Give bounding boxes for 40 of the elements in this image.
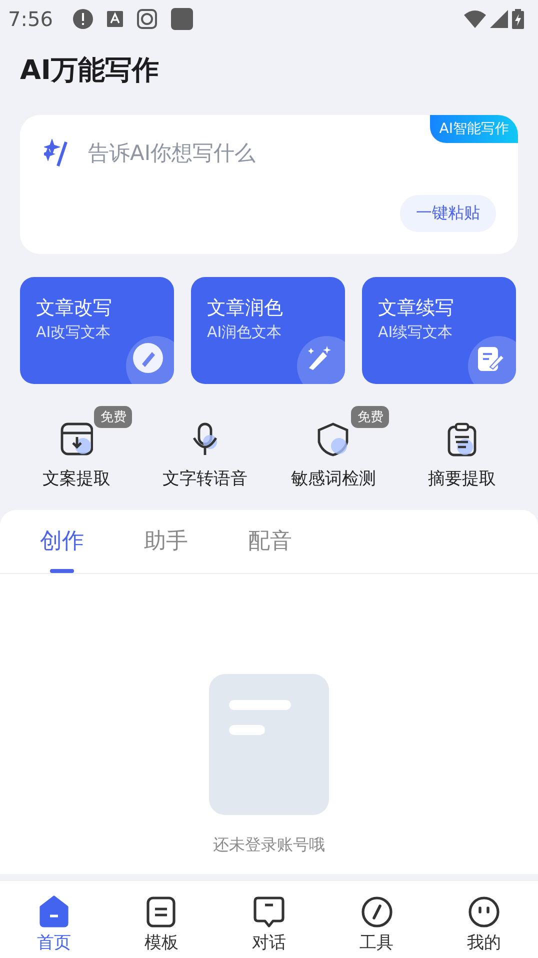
paste-button[interactable]: 一键粘贴 (400, 195, 496, 232)
chat-bubble-icon[interactable] (252, 895, 286, 929)
feature-subtitle: AI改写文本 (36, 323, 112, 342)
battery-icon (512, 9, 524, 29)
signal-icon (490, 10, 508, 28)
nav-item[interactable]: 工具 (360, 931, 394, 954)
tab[interactable]: 助手 (114, 510, 218, 573)
tab[interactable]: 创作 (10, 510, 114, 573)
wifi-icon (464, 10, 486, 28)
free-badge: 免费 (94, 406, 132, 428)
empty-message: 还未登录账号哦 (213, 835, 325, 856)
free-badge: 免费 (351, 406, 390, 428)
status-time: 7:56 (8, 7, 53, 31)
ai-badge: AI智能写作 (430, 115, 518, 143)
feature-subtitle: AI润色文本 (207, 323, 283, 342)
pencil-circle-icon (132, 342, 164, 374)
nav-item[interactable]: 对话 (252, 931, 286, 954)
feature-title: 文章改写 (36, 296, 113, 321)
nav-item[interactable]: 首页 (36, 931, 71, 954)
sparkle-wand-icon (44, 139, 70, 167)
nav-item[interactable]: 我的 (467, 931, 502, 954)
tool-label[interactable]: 文案提取 (42, 467, 110, 490)
app-title: AI万能写作 (20, 54, 159, 88)
face-icon[interactable] (467, 895, 502, 929)
feature-title: 文章润色 (207, 296, 284, 321)
nav-item[interactable]: 模板 (144, 931, 178, 954)
tool-label[interactable]: 文字转语音 (162, 467, 248, 490)
tab[interactable]: 配音 (218, 510, 322, 573)
shield-icon[interactable] (316, 422, 350, 457)
tray-download-icon[interactable] (59, 422, 94, 457)
compass-icon[interactable] (360, 895, 394, 929)
alert-icon (72, 9, 93, 29)
home-icon[interactable] (36, 895, 71, 929)
feature-subtitle: AI续写文本 (378, 323, 454, 342)
app-icon (170, 8, 193, 30)
keyboard-icon (106, 11, 123, 27)
tool-label[interactable]: 敏感词检测 (290, 467, 376, 490)
feature-title: 文章续写 (378, 296, 455, 321)
document-icon[interactable] (144, 895, 178, 929)
tool-label[interactable]: 摘要提取 (428, 467, 496, 490)
